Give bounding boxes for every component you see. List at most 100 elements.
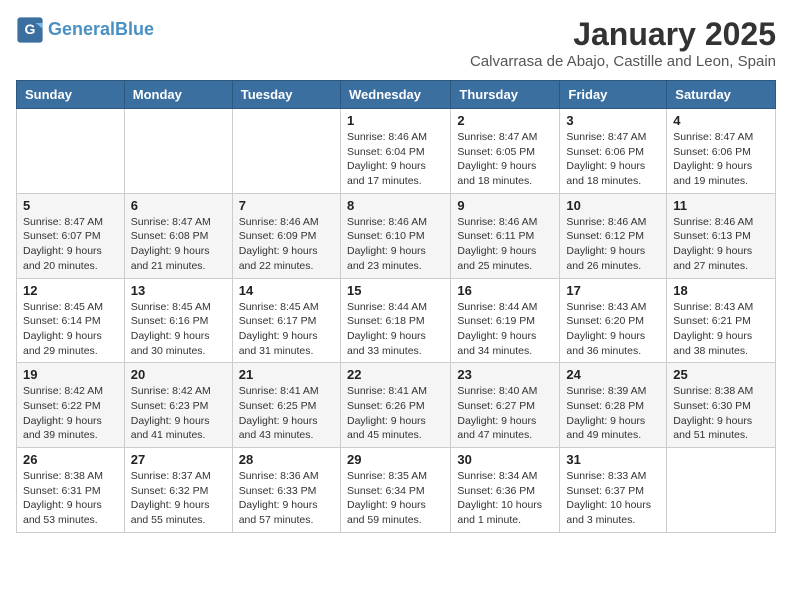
logo-icon: G <box>16 16 44 44</box>
day-number: 16 <box>457 283 553 298</box>
day-info: Sunrise: 8:43 AM Sunset: 6:21 PM Dayligh… <box>673 300 769 359</box>
day-number: 13 <box>131 283 226 298</box>
day-number: 11 <box>673 198 769 213</box>
day-number: 12 <box>23 283 118 298</box>
day-number: 3 <box>566 113 660 128</box>
location-subtitle: Calvarrasa de Abajo, Castille and Leon, … <box>470 53 776 70</box>
day-number: 24 <box>566 367 660 382</box>
svg-text:G: G <box>25 21 36 37</box>
day-of-week-header: Thursday <box>451 81 560 109</box>
calendar-cell: 20 Sunrise: 8:42 AM Sunset: 6:23 PM Dayli… <box>124 363 232 448</box>
calendar-cell: 24 Sunrise: 8:39 AM Sunset: 6:28 PM Dayli… <box>560 363 667 448</box>
calendar-cell: 5 Sunrise: 8:47 AM Sunset: 6:07 PM Daylig… <box>17 193 125 278</box>
day-info: Sunrise: 8:41 AM Sunset: 6:25 PM Dayligh… <box>239 384 334 443</box>
day-of-week-header: Sunday <box>17 81 125 109</box>
day-info: Sunrise: 8:42 AM Sunset: 6:22 PM Dayligh… <box>23 384 118 443</box>
day-number: 2 <box>457 113 553 128</box>
day-number: 4 <box>673 113 769 128</box>
day-info: Sunrise: 8:38 AM Sunset: 6:31 PM Dayligh… <box>23 469 118 528</box>
day-info: Sunrise: 8:44 AM Sunset: 6:18 PM Dayligh… <box>347 300 444 359</box>
day-number: 18 <box>673 283 769 298</box>
day-info: Sunrise: 8:40 AM Sunset: 6:27 PM Dayligh… <box>457 384 553 443</box>
calendar-cell: 11 Sunrise: 8:46 AM Sunset: 6:13 PM Dayli… <box>667 193 776 278</box>
day-info: Sunrise: 8:38 AM Sunset: 6:30 PM Dayligh… <box>673 384 769 443</box>
calendar-cell: 27 Sunrise: 8:37 AM Sunset: 6:32 PM Dayli… <box>124 448 232 533</box>
day-info: Sunrise: 8:42 AM Sunset: 6:23 PM Dayligh… <box>131 384 226 443</box>
day-number: 6 <box>131 198 226 213</box>
day-number: 15 <box>347 283 444 298</box>
day-info: Sunrise: 8:46 AM Sunset: 6:09 PM Dayligh… <box>239 215 334 274</box>
logo-general: General <box>48 19 115 39</box>
logo-blue: Blue <box>115 19 154 39</box>
day-number: 27 <box>131 452 226 467</box>
day-info: Sunrise: 8:46 AM Sunset: 6:11 PM Dayligh… <box>457 215 553 274</box>
calendar-cell: 17Sunrise: 8:43 AM Sunset: 6:20 PM Dayli… <box>560 278 667 363</box>
calendar-cell: 18 Sunrise: 8:43 AM Sunset: 6:21 PM Dayli… <box>667 278 776 363</box>
day-of-week-header: Tuesday <box>232 81 340 109</box>
day-info: Sunrise: 8:39 AM Sunset: 6:28 PM Dayligh… <box>566 384 660 443</box>
calendar-cell: 21 Sunrise: 8:41 AM Sunset: 6:25 PM Dayli… <box>232 363 340 448</box>
day-info: Sunrise: 8:37 AM Sunset: 6:32 PM Dayligh… <box>131 469 226 528</box>
calendar-cell: 6Sunrise: 8:47 AM Sunset: 6:08 PM Daylig… <box>124 193 232 278</box>
day-info: Sunrise: 8:43 AM Sunset: 6:20 PM Dayligh… <box>566 300 660 359</box>
calendar-cell: 1Sunrise: 8:46 AM Sunset: 6:04 PM Daylig… <box>340 109 450 194</box>
day-number: 10 <box>566 198 660 213</box>
day-info: Sunrise: 8:47 AM Sunset: 6:06 PM Dayligh… <box>566 130 660 189</box>
day-number: 23 <box>457 367 553 382</box>
calendar-week-row: 5 Sunrise: 8:47 AM Sunset: 6:07 PM Daylig… <box>17 193 776 278</box>
calendar-cell: 23 Sunrise: 8:40 AM Sunset: 6:27 PM Dayli… <box>451 363 560 448</box>
calendar-cell: 14 Sunrise: 8:45 AM Sunset: 6:17 PM Dayli… <box>232 278 340 363</box>
calendar-cell: 31 Sunrise: 8:33 AM Sunset: 6:37 PM Dayli… <box>560 448 667 533</box>
calendar-cell: 26Sunrise: 8:38 AM Sunset: 6:31 PM Dayli… <box>17 448 125 533</box>
calendar-week-row: 19 Sunrise: 8:42 AM Sunset: 6:22 PM Dayli… <box>17 363 776 448</box>
calendar-cell: 8Sunrise: 8:46 AM Sunset: 6:10 PM Daylig… <box>340 193 450 278</box>
calendar-cell: 16 Sunrise: 8:44 AM Sunset: 6:19 PM Dayli… <box>451 278 560 363</box>
day-info: Sunrise: 8:44 AM Sunset: 6:19 PM Dayligh… <box>457 300 553 359</box>
day-number: 5 <box>23 198 118 213</box>
day-info: Sunrise: 8:45 AM Sunset: 6:17 PM Dayligh… <box>239 300 334 359</box>
title-section: January 2025 Calvarrasa de Abajo, Castil… <box>470 16 776 70</box>
calendar-cell: 10 Sunrise: 8:46 AM Sunset: 6:12 PM Dayli… <box>560 193 667 278</box>
day-number: 14 <box>239 283 334 298</box>
day-number: 22 <box>347 367 444 382</box>
calendar-week-row: 12 Sunrise: 8:45 AM Sunset: 6:14 PM Dayli… <box>17 278 776 363</box>
day-number: 30 <box>457 452 553 467</box>
calendar-header-row: SundayMondayTuesdayWednesdayThursdayFrid… <box>17 81 776 109</box>
day-info: Sunrise: 8:33 AM Sunset: 6:37 PM Dayligh… <box>566 469 660 528</box>
day-info: Sunrise: 8:45 AM Sunset: 6:14 PM Dayligh… <box>23 300 118 359</box>
calendar-cell <box>667 448 776 533</box>
calendar-cell: 12 Sunrise: 8:45 AM Sunset: 6:14 PM Dayli… <box>17 278 125 363</box>
day-number: 28 <box>239 452 334 467</box>
day-info: Sunrise: 8:36 AM Sunset: 6:33 PM Dayligh… <box>239 469 334 528</box>
calendar-week-row: 1Sunrise: 8:46 AM Sunset: 6:04 PM Daylig… <box>17 109 776 194</box>
day-number: 25 <box>673 367 769 382</box>
month-title: January 2025 <box>470 16 776 53</box>
day-info: Sunrise: 8:46 AM Sunset: 6:13 PM Dayligh… <box>673 215 769 274</box>
day-number: 20 <box>131 367 226 382</box>
calendar-cell: 9Sunrise: 8:46 AM Sunset: 6:11 PM Daylig… <box>451 193 560 278</box>
calendar-cell: 15 Sunrise: 8:44 AM Sunset: 6:18 PM Dayli… <box>340 278 450 363</box>
calendar-cell: 19 Sunrise: 8:42 AM Sunset: 6:22 PM Dayli… <box>17 363 125 448</box>
day-of-week-header: Friday <box>560 81 667 109</box>
calendar-cell: 7 Sunrise: 8:46 AM Sunset: 6:09 PM Daylig… <box>232 193 340 278</box>
day-number: 19 <box>23 367 118 382</box>
calendar-week-row: 26Sunrise: 8:38 AM Sunset: 6:31 PM Dayli… <box>17 448 776 533</box>
day-info: Sunrise: 8:41 AM Sunset: 6:26 PM Dayligh… <box>347 384 444 443</box>
day-of-week-header: Wednesday <box>340 81 450 109</box>
day-info: Sunrise: 8:47 AM Sunset: 6:07 PM Dayligh… <box>23 215 118 274</box>
calendar-cell: 2 Sunrise: 8:47 AM Sunset: 6:05 PM Daylig… <box>451 109 560 194</box>
day-info: Sunrise: 8:47 AM Sunset: 6:05 PM Dayligh… <box>457 130 553 189</box>
calendar-table: SundayMondayTuesdayWednesdayThursdayFrid… <box>16 80 776 533</box>
logo-text-line1: GeneralBlue <box>48 20 154 40</box>
day-number: 31 <box>566 452 660 467</box>
day-number: 7 <box>239 198 334 213</box>
day-number: 21 <box>239 367 334 382</box>
day-info: Sunrise: 8:45 AM Sunset: 6:16 PM Dayligh… <box>131 300 226 359</box>
day-info: Sunrise: 8:46 AM Sunset: 6:12 PM Dayligh… <box>566 215 660 274</box>
day-of-week-header: Monday <box>124 81 232 109</box>
calendar-cell: 30 Sunrise: 8:34 AM Sunset: 6:36 PM Dayli… <box>451 448 560 533</box>
day-number: 8 <box>347 198 444 213</box>
day-info: Sunrise: 8:34 AM Sunset: 6:36 PM Dayligh… <box>457 469 553 528</box>
calendar-cell <box>17 109 125 194</box>
day-info: Sunrise: 8:35 AM Sunset: 6:34 PM Dayligh… <box>347 469 444 528</box>
